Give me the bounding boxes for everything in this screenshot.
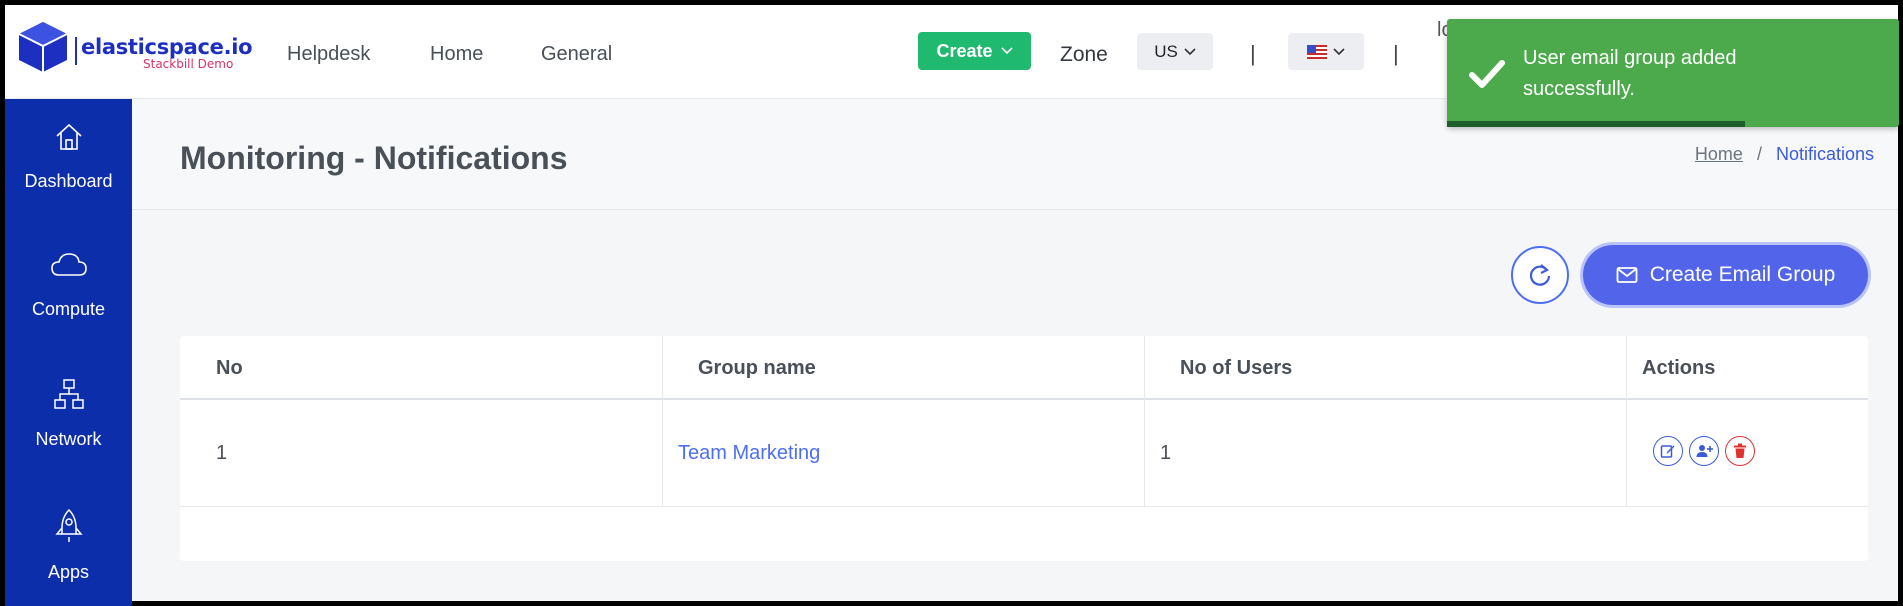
breadcrumb-current: Notifications [1775,144,1874,164]
column-header-no[interactable]: No [180,336,662,400]
sidebar-item-label: Dashboard [24,171,113,191]
us-flag-icon [1307,44,1327,59]
brand-subtitle: Stackbill Demo [143,57,234,71]
envelope-icon [1616,267,1638,283]
breadcrumb: Home / Notifications [1695,144,1874,165]
chevron-down-icon [1184,47,1196,55]
column-header-actions: Actions [1642,357,1716,379]
sidebar-item-network[interactable]: Network [5,355,132,475]
column-header-users[interactable]: No of Users [1144,336,1626,400]
toast-progress-bar [1447,121,1746,127]
create-email-group-button[interactable]: Create Email Group [1583,245,1868,305]
create-dropdown-button[interactable]: Create [918,32,1031,70]
sidebar-item-label: Compute [31,299,106,319]
sidebar: Dashboard Compute Network Apps [5,99,132,606]
sidebar-item-compute[interactable]: Compute [5,227,132,347]
network-icon [53,379,84,409]
refresh-button[interactable] [1511,246,1569,304]
cell-no: 1 [216,442,228,464]
refresh-icon [1529,264,1551,286]
toast-message: User email group added successfully. [1523,47,1737,100]
cube-logo-icon [18,22,68,72]
breadcrumb-home-link[interactable]: Home [1695,144,1743,165]
edit-icon [1660,445,1675,458]
page-title: Monitoring - Notifications [180,140,568,176]
row-divider [180,506,1868,507]
cloud-icon [50,253,87,276]
language-select[interactable] [1288,33,1364,70]
nav-separator: | [1250,41,1256,66]
sidebar-item-label: Network [35,429,102,449]
success-toast[interactable]: User email group added successfully. [1447,19,1899,127]
create-label: Create [936,40,993,61]
edit-button[interactable] [1653,436,1683,466]
chevron-down-icon [1333,47,1345,55]
brand-name: elasticspace.io [81,35,253,59]
home-icon [55,123,82,150]
add-user-button[interactable] [1689,436,1719,466]
nav-link-home[interactable]: Home [430,43,483,66]
sidebar-item-label: Apps [47,562,90,582]
zone-select[interactable]: US [1137,33,1213,70]
nav-separator: | [1393,41,1399,66]
zone-value: US [1154,41,1178,61]
email-groups-table: No Group name No of Users Actions 1 Team… [180,336,1868,561]
nav-link-helpdesk[interactable]: Helpdesk [287,43,370,66]
cell-group-name: Team Marketing [662,400,820,506]
logo-divider [75,37,77,65]
trash-icon [1734,443,1746,458]
column-divider [1626,336,1627,506]
row-actions [1653,436,1755,466]
sidebar-item-apps[interactable]: Apps [5,486,132,606]
zone-label: Zone [1060,43,1108,66]
cell-users: 1 [1160,442,1172,464]
add-user-icon [1696,445,1713,457]
breadcrumb-separator: / [1756,144,1762,164]
create-email-group-label: Create Email Group [1649,263,1836,286]
nav-link-general[interactable]: General [541,43,612,66]
rocket-icon [54,508,83,542]
column-header-group-name[interactable]: Group name [662,336,1144,400]
brand-logo[interactable]: elasticspace.io Stackbill Demo [15,19,253,79]
chevron-down-icon [1000,47,1013,55]
checkmark-icon [1469,60,1505,88]
delete-button[interactable] [1725,436,1755,466]
group-name-link[interactable]: Team Marketing [678,442,820,464]
sidebar-item-dashboard[interactable]: Dashboard [5,99,132,219]
header-divider [180,398,1868,400]
